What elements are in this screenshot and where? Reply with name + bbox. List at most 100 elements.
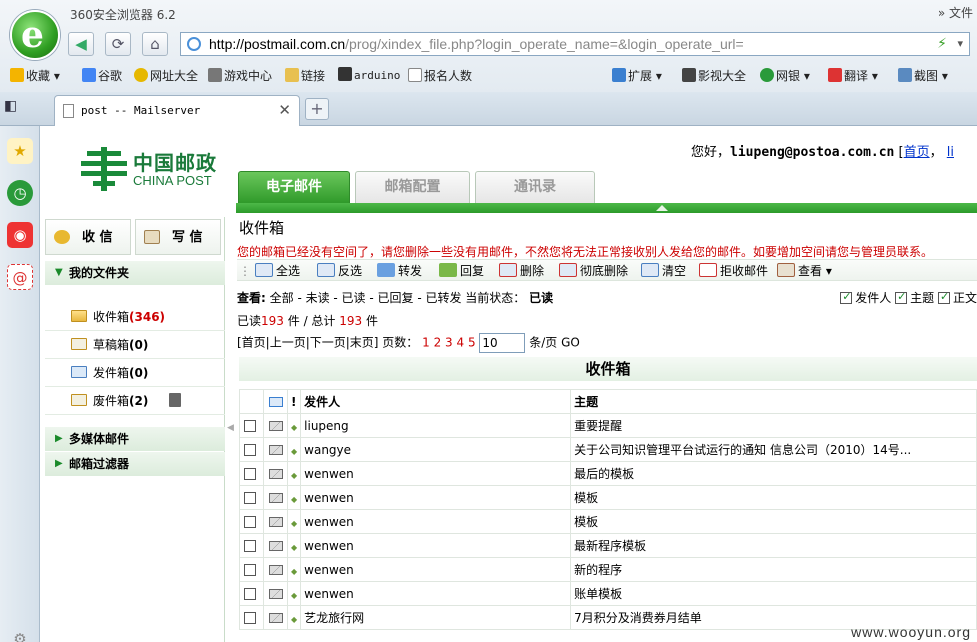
- bookmark-signups[interactable]: 报名人数: [408, 67, 472, 84]
- mail-sender[interactable]: wangye: [300, 437, 572, 462]
- mail-subject[interactable]: 模板: [570, 509, 977, 534]
- mail-sender[interactable]: wenwen: [300, 461, 572, 486]
- receive-mail-button[interactable]: 收 信: [45, 219, 131, 255]
- mail-subject[interactable]: 重要提醒: [570, 413, 977, 438]
- folder-sent[interactable]: 发件箱(0): [45, 359, 225, 387]
- row-checkbox[interactable]: [244, 539, 256, 552]
- home-button[interactable]: ⌂: [142, 32, 168, 56]
- weibo-icon[interactable]: ◉: [7, 222, 33, 248]
- mail-sender[interactable]: 艺龙旅行网: [300, 605, 572, 630]
- trailing-link[interactable]: li: [947, 145, 954, 160]
- view-menu-button[interactable]: 查看 ▾: [777, 263, 832, 279]
- invert-select-button[interactable]: 反选: [317, 263, 362, 279]
- mail-subject[interactable]: 模板: [570, 485, 977, 510]
- block-sender-button[interactable]: 拒收邮件: [699, 263, 768, 279]
- close-tab-icon[interactable]: ✕: [278, 101, 291, 119]
- mail-sender[interactable]: wenwen: [300, 581, 572, 606]
- collapse-panel-icon[interactable]: ◀: [227, 423, 235, 439]
- table-row[interactable]: ◆ wenwen 账单模板: [239, 581, 977, 606]
- row-checkbox[interactable]: [244, 443, 256, 456]
- table-row[interactable]: ◆ wenwen 模板: [239, 485, 977, 510]
- reply-button[interactable]: 回复: [439, 263, 484, 279]
- sidebar-toggle-icon[interactable]: ◧: [4, 98, 28, 120]
- mail-sender[interactable]: wenwen: [300, 485, 572, 510]
- forward-button[interactable]: 转发: [377, 263, 422, 279]
- mail-sender[interactable]: wenwen: [300, 557, 572, 582]
- settings-gear-icon[interactable]: ⚙: [7, 626, 33, 642]
- mail-sender[interactable]: liupeng: [300, 413, 572, 438]
- tab-address-book[interactable]: 通讯录: [475, 171, 595, 203]
- toolbar-screenshot[interactable]: 截图 ▾: [898, 67, 948, 84]
- bookmark-favorites[interactable]: 收藏 ▾: [10, 67, 60, 84]
- address-dropdown-icon[interactable]: ▾: [957, 37, 963, 50]
- row-checkbox-cell[interactable]: [239, 557, 264, 582]
- header-subject[interactable]: 主题: [570, 389, 977, 414]
- toggle-subject[interactable]: 主题: [895, 290, 934, 305]
- row-checkbox[interactable]: [244, 467, 256, 480]
- tab-email[interactable]: 电子邮件: [238, 171, 350, 203]
- mail-filters-header[interactable]: ▶ 邮箱过滤器: [45, 452, 225, 476]
- bookmark-google[interactable]: 谷歌: [82, 67, 122, 84]
- filter-options[interactable]: 全部 - 未读 - 已读 - 已回复 - 已转发 当前状态：: [270, 291, 526, 305]
- table-row[interactable]: ◆ wenwen 新的程序: [239, 557, 977, 582]
- go-button[interactable]: 条/页 GO: [529, 336, 580, 350]
- multimedia-mail-header[interactable]: ▶ 多媒体邮件: [45, 427, 225, 451]
- table-row[interactable]: ◆ liupeng 重要提醒: [239, 413, 977, 438]
- mail-subject[interactable]: 最后的模板: [570, 461, 977, 486]
- browser-logo-icon[interactable]: e: [10, 10, 60, 60]
- row-checkbox[interactable]: [244, 515, 256, 528]
- refresh-button[interactable]: ⟳: [105, 32, 131, 56]
- mail-sender[interactable]: wenwen: [300, 509, 572, 534]
- table-row[interactable]: ◆ wangye 关于公司知识管理平台试运行的通知 信息公司（2010）14号...: [239, 437, 977, 462]
- row-checkbox-cell[interactable]: [239, 485, 264, 510]
- row-checkbox-cell[interactable]: [239, 581, 264, 606]
- compose-mail-button[interactable]: 写 信: [135, 219, 221, 255]
- page-links[interactable]: 1 2 3 4 5: [422, 336, 475, 350]
- select-all-button[interactable]: 全选: [255, 263, 300, 279]
- row-checkbox[interactable]: [244, 419, 256, 432]
- row-checkbox[interactable]: [244, 491, 256, 504]
- mail-subject[interactable]: 最新程序模板: [570, 533, 977, 558]
- table-row[interactable]: ◆ wenwen 最后的模板: [239, 461, 977, 486]
- row-checkbox[interactable]: [244, 587, 256, 600]
- bookmark-links[interactable]: 链接: [285, 67, 325, 84]
- bookmark-game-center[interactable]: 游戏中心: [208, 67, 272, 84]
- mail-at-icon[interactable]: @: [7, 264, 33, 290]
- row-checkbox-cell[interactable]: [239, 533, 264, 558]
- mail-sender[interactable]: wenwen: [300, 533, 572, 558]
- mail-subject[interactable]: 关于公司知识管理平台试运行的通知 信息公司（2010）14号...: [570, 437, 977, 462]
- table-row[interactable]: ◆ wenwen 最新程序模板: [239, 533, 977, 558]
- bookmark-nav-sites[interactable]: 网址大全: [134, 67, 198, 84]
- tab-mailbox-settings[interactable]: 邮箱配置: [355, 171, 470, 203]
- page-size-input[interactable]: 10: [479, 333, 526, 353]
- purge-button[interactable]: 彻底删除: [559, 263, 628, 279]
- toolbar-video[interactable]: 影视大全: [682, 67, 746, 84]
- favorites-star-icon[interactable]: ★: [7, 138, 33, 164]
- toolbar-bank[interactable]: 网银 ▾: [760, 67, 810, 84]
- folder-trash[interactable]: 废件箱(2): [45, 387, 225, 415]
- back-button[interactable]: ◀: [68, 32, 94, 56]
- mail-subject[interactable]: 账单模板: [570, 581, 977, 606]
- new-tab-button[interactable]: +: [305, 98, 329, 120]
- row-checkbox-cell[interactable]: [239, 605, 264, 630]
- url-text[interactable]: http://postmail.com.cn/prog/xindex_file.…: [209, 36, 744, 52]
- row-checkbox[interactable]: [244, 563, 256, 576]
- toggle-sender[interactable]: 发件人: [840, 290, 891, 305]
- window-menu-file[interactable]: » 文件: [938, 4, 973, 21]
- row-checkbox[interactable]: [244, 611, 256, 624]
- row-checkbox-cell[interactable]: [239, 413, 264, 438]
- empty-button[interactable]: 清空: [641, 263, 686, 279]
- history-clock-icon[interactable]: ◷: [7, 180, 33, 206]
- folder-drafts[interactable]: 草稿箱(0): [45, 331, 225, 359]
- pager-nav[interactable]: [首页|上一页|下一页|末页] 页数：: [237, 336, 418, 350]
- table-row[interactable]: ◆ wenwen 模板: [239, 509, 977, 534]
- bookmark-arduino[interactable]: arduino: [338, 67, 400, 82]
- empty-trash-icon[interactable]: [169, 393, 181, 407]
- row-checkbox-cell[interactable]: [239, 437, 264, 462]
- folder-inbox[interactable]: 收件箱(346): [45, 303, 225, 331]
- row-checkbox-cell[interactable]: [239, 509, 264, 534]
- home-link[interactable]: 首页: [904, 145, 930, 160]
- speed-mode-icon[interactable]: ⚡: [937, 36, 947, 52]
- delete-button[interactable]: 删除: [499, 263, 544, 279]
- address-bar[interactable]: http://postmail.com.cn/prog/xindex_file.…: [180, 32, 970, 56]
